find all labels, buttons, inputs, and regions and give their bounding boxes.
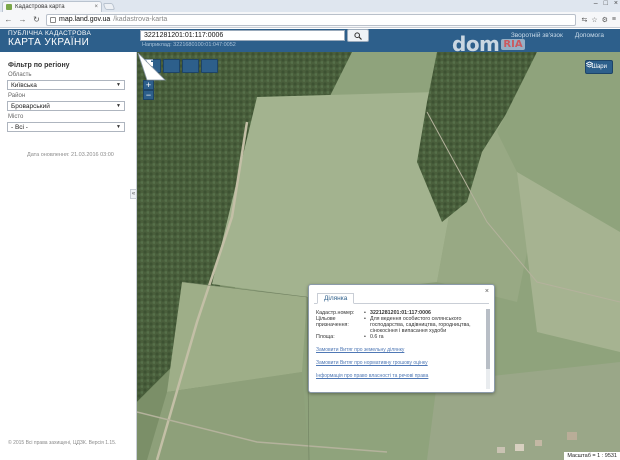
row-key: Цільове призначення: [316, 316, 349, 328]
site-logo[interactable]: ПУБЛІЧНА КАДАСТРОВА КАРТА УКРАЇНИ [8, 30, 91, 48]
back-arrow-icon[interactable]: ← [4, 15, 13, 24]
dropdown-arrow-icon: ▼ [116, 103, 121, 109]
zoom-controls: + − [143, 80, 154, 100]
area-row: Площа: • 0.6 га [316, 334, 481, 340]
map-scale: Масштаб = 1 : 9531 [564, 452, 620, 460]
site-favicon-icon [6, 4, 12, 10]
help-link[interactable]: Допомога [575, 32, 604, 39]
purpose-row: Цільове призначення: • Для ведення особи… [316, 316, 481, 334]
misto-value: - Всі - [11, 123, 28, 131]
tab-title: Кадастрова карта [15, 4, 65, 10]
dropdown-arrow-icon: ▼ [116, 82, 121, 88]
tab-parcel[interactable]: Ділянка [317, 293, 355, 304]
minimize-button[interactable]: – [594, 0, 598, 7]
url-host: map.land.gov.ua [59, 16, 111, 23]
row-key: Площа: [316, 334, 335, 340]
order-parcel-extract-link[interactable]: Замовити Витяг про земельну ділянку [316, 347, 481, 353]
satellite-imagery [137, 52, 620, 460]
watermark-ria: RIA [501, 38, 525, 50]
search-hint: Наприклад: 3221680100:01:047:0052 [142, 42, 236, 48]
address-bar: ← → ↻ map.land.gov.ua /kadastrova-karta … [0, 12, 620, 28]
info-tool[interactable] [145, 59, 218, 73]
maximize-button[interactable]: □ [604, 0, 608, 7]
popup-scrollbar[interactable] [486, 309, 490, 389]
menu-icon[interactable]: ≡ [612, 16, 616, 24]
oblast-value: Київська [11, 81, 37, 89]
domria-watermark: dom RIA [452, 29, 572, 59]
row-value: 0.6 га [370, 334, 384, 340]
reload-icon[interactable]: ↻ [32, 15, 41, 24]
url-path: /kadastrova-karta [113, 16, 168, 23]
translate-icon[interactable]: ⇆ [581, 16, 587, 24]
extension-icon[interactable]: ⚙ [602, 16, 608, 24]
window-controls: – □ × [594, 0, 618, 7]
forward-arrow-icon[interactable]: → [18, 15, 27, 24]
page-info-icon[interactable] [50, 16, 56, 23]
search-value: 3221281201:01:117:0006 [144, 32, 224, 39]
oblast-select[interactable]: Київська ▼ [7, 80, 125, 90]
copyright-text: © 2015 Всі права захищені, ЦДЗК. Версія … [8, 440, 117, 446]
row-value: Для ведення особистого селянського госпо… [370, 316, 471, 334]
search-button[interactable] [347, 29, 369, 42]
collapse-sidebar-button[interactable]: « [130, 189, 137, 199]
extension-icons: ⇆ ☆ ⚙ ≡ [581, 16, 616, 24]
url-field[interactable]: map.land.gov.ua /kadastrova-karta [46, 13, 577, 26]
layers-button[interactable]: Шари [585, 60, 613, 74]
update-date: Дата оновлення: 21.03.2016 03:00 [27, 152, 114, 158]
order-valuation-extract-link[interactable]: Замовити Витяг про нормативну грошову оц… [316, 360, 481, 366]
cadastral-search-input[interactable]: 3221281201:01:117:0006 [140, 30, 345, 41]
browser-tab[interactable]: Кадастрова карта × [2, 1, 102, 12]
filter-title: Фільтр по регіону [8, 62, 70, 69]
rayon-label: Район [8, 93, 26, 99]
layers-icon [586, 61, 594, 68]
scrollbar-thumb[interactable] [486, 309, 490, 369]
print-tool[interactable] [145, 59, 199, 73]
misto-select[interactable]: - Всі - ▼ [7, 122, 125, 132]
layers-label: Шари [591, 64, 607, 70]
watermark-dom: dom [452, 32, 500, 56]
dropdown-arrow-icon: ▼ [116, 124, 121, 130]
popup-pointer [137, 52, 166, 81]
parcel-info-popup: × Ділянка Кадастр.номер: • 3221281201:01… [308, 284, 495, 393]
new-tab-button[interactable] [102, 3, 116, 10]
tab-close-icon[interactable]: × [94, 4, 98, 10]
region-filter-sidebar: Фільтр по регіону Область Київська ▼ Рай… [0, 52, 137, 460]
ownership-info-link[interactable]: Інформація про право власності та речові… [316, 373, 481, 379]
browser-tabbar: Кадастрова карта × – □ × [0, 0, 620, 12]
bookmark-star-icon[interactable]: ☆ [591, 16, 597, 24]
rayon-select[interactable]: Броварський ▼ [7, 101, 125, 111]
rayon-value: Броварський [11, 102, 50, 110]
oblast-label: Область [8, 72, 32, 78]
zoom-out-button[interactable]: − [143, 90, 154, 100]
satellite-map[interactable]: + − Шари × Ділянка Кадастр.номер: • 3221… [137, 52, 620, 460]
search-icon [354, 31, 362, 40]
close-window-button[interactable]: × [614, 0, 618, 7]
popup-tabbar: Ділянка [314, 293, 489, 304]
misto-label: Місто [8, 114, 24, 120]
popup-body: Кадастр.номер: • 3221281201:01:117:0006 … [316, 310, 481, 379]
logo-line2: КАРТА УКРАЇНИ [8, 36, 90, 48]
